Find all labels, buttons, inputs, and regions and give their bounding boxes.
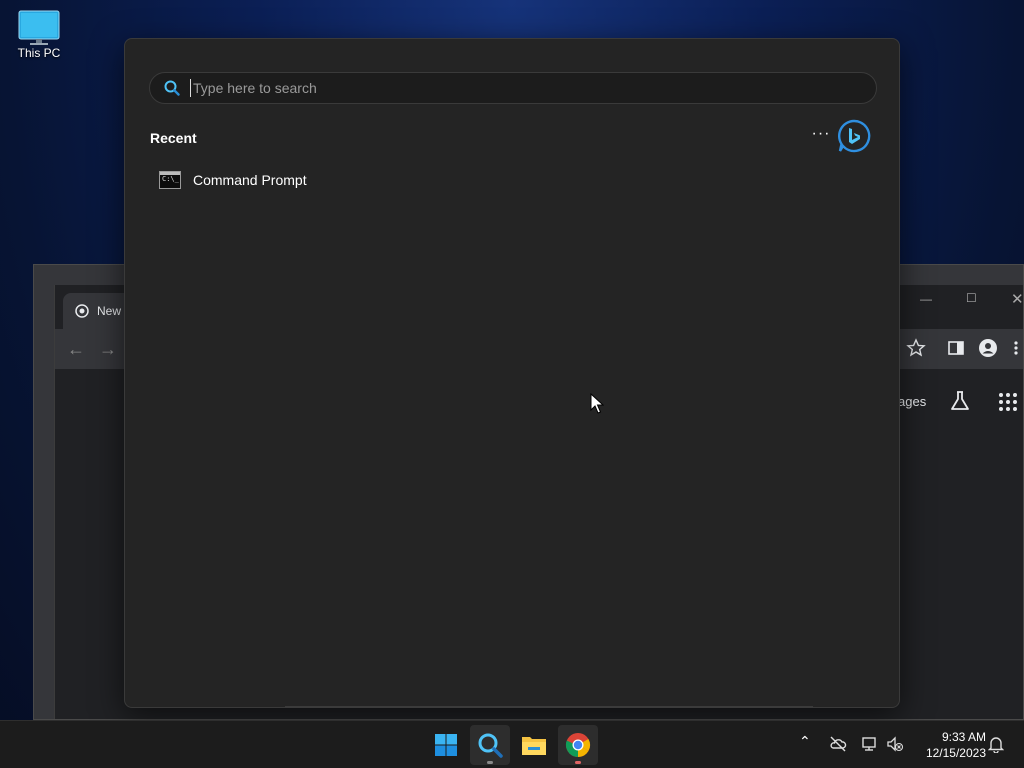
volume-muted-icon[interactable] xyxy=(886,735,904,753)
network-icon[interactable] xyxy=(861,735,879,753)
panel-bottom-divider xyxy=(285,706,813,708)
recent-item-command-prompt[interactable]: C:\_ Command Prompt xyxy=(151,163,511,197)
bing-icon xyxy=(838,119,871,153)
show-hidden-icons-chevron-icon[interactable]: ⌃ xyxy=(799,733,811,750)
desktop-icon-this-pc[interactable]: This PC xyxy=(10,10,68,60)
images-link[interactable]: ages xyxy=(898,394,926,409)
apps-grid-icon[interactable] xyxy=(998,392,1018,412)
maximize-icon[interactable]: ☐ xyxy=(966,291,977,305)
notification-bell-icon[interactable] xyxy=(988,735,1004,753)
search-panel: Recent ··· C:\_ Command Prompt xyxy=(124,38,900,708)
more-options-button[interactable]: ··· xyxy=(807,125,835,149)
file-explorer-button[interactable] xyxy=(514,725,554,765)
taskbar: ⌃ 9:33 AM 12/15/2023 xyxy=(0,720,1024,768)
windows-start-icon xyxy=(435,734,457,756)
profile-avatar-icon[interactable] xyxy=(978,338,998,358)
folder-icon xyxy=(522,737,546,755)
taskbar-search-button[interactable] xyxy=(470,725,510,765)
running-indicator xyxy=(575,761,581,764)
chrome-icon xyxy=(565,733,591,757)
active-indicator xyxy=(487,761,493,764)
clock-date: 12/15/2023 xyxy=(925,746,986,760)
back-arrow-icon[interactable]: ← xyxy=(67,339,85,360)
mouse-cursor-icon xyxy=(590,393,604,414)
search-box[interactable] xyxy=(149,72,877,104)
chrome-menu-icon[interactable] xyxy=(1012,338,1020,358)
chrome-logo-icon xyxy=(75,304,89,318)
chrome-taskbar-button[interactable] xyxy=(558,725,598,765)
side-panel-icon[interactable] xyxy=(946,338,966,358)
labs-flask-icon[interactable] xyxy=(948,389,972,413)
minimize-icon[interactable]: — xyxy=(920,292,932,306)
clock-time: 9:33 AM xyxy=(941,730,986,744)
computer-icon xyxy=(18,10,60,45)
command-prompt-icon: C:\_ xyxy=(159,171,181,189)
search-icon xyxy=(478,733,503,758)
bookmark-star-icon[interactable] xyxy=(906,338,926,358)
bing-chat-button[interactable] xyxy=(837,119,871,153)
taskbar-clock[interactable]: 9:33 AM 12/15/2023 xyxy=(914,729,986,761)
onedrive-offline-icon[interactable] xyxy=(829,735,847,753)
chrome-tab-title: New xyxy=(97,304,122,318)
recent-item-label: Command Prompt xyxy=(193,172,307,188)
close-icon[interactable]: ✕ xyxy=(1011,290,1024,308)
forward-arrow-icon[interactable]: → xyxy=(99,339,117,360)
search-icon xyxy=(164,80,180,96)
search-input[interactable] xyxy=(190,79,876,97)
recent-heading: Recent xyxy=(150,130,197,146)
start-button[interactable] xyxy=(426,725,466,765)
desktop-icon-label: This PC xyxy=(17,46,61,60)
